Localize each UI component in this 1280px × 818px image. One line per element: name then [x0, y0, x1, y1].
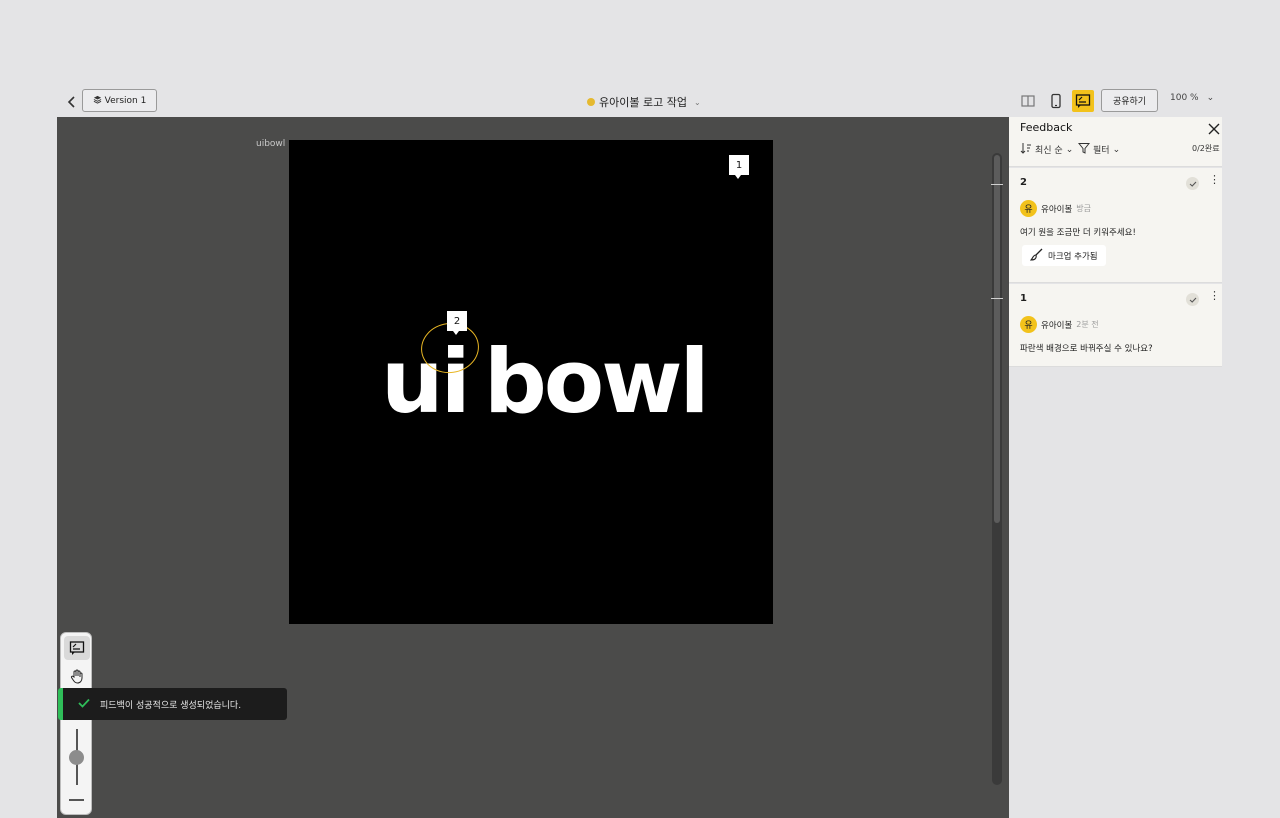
layers-icon: [93, 95, 102, 107]
status-dot: [587, 98, 595, 106]
more-options-icon[interactable]: ⋮: [1209, 290, 1220, 301]
share-button[interactable]: 공유하기: [1101, 89, 1158, 112]
done-count: 0/2완료: [1192, 144, 1220, 153]
chevron-down-icon: ⌄: [1112, 144, 1121, 155]
zoom-level: 100 %: [1170, 93, 1199, 103]
filter-icon: [1077, 142, 1091, 157]
comment-text: 파란색 배경으로 바꿔주실 수 있나요?: [1020, 344, 1153, 354]
split-view-icon[interactable]: [1017, 90, 1039, 112]
scroll-marker: [991, 184, 1003, 185]
hand-tool-icon[interactable]: [64, 664, 90, 688]
filter-label: 필터: [1093, 146, 1110, 156]
frame-label: uibowl: [256, 139, 286, 149]
chevron-down-icon: ⌄: [693, 97, 701, 107]
scroll-marker: [991, 298, 1003, 299]
comment-author: 유 유아이볼 방금: [1020, 200, 1091, 217]
comment-author: 유 유아이볼 2분 전: [1020, 316, 1099, 333]
vertical-scrollbar[interactable]: [992, 153, 1002, 785]
feedback-panel: Feedback 최신 순 ⌄ 필터 ⌄ 0/2완료 2 ⋮ 유 유아이볼 방금…: [1009, 117, 1222, 818]
resolve-check-icon[interactable]: [1186, 293, 1199, 306]
resolve-check-icon[interactable]: [1186, 177, 1199, 190]
zoom-dropdown[interactable]: 100 % ⌄: [1170, 93, 1214, 103]
close-icon[interactable]: [1208, 120, 1222, 135]
artboard[interactable]: ui bowl 1 2: [289, 140, 773, 624]
version-button[interactable]: Version 1: [82, 89, 157, 112]
author-name: 유아이볼: [1041, 320, 1073, 331]
avatar: 유: [1020, 316, 1037, 333]
sort-dropdown[interactable]: 최신 순 ⌄: [1020, 142, 1073, 157]
chevron-down-icon: ⌄: [1206, 93, 1215, 103]
project-title-dropdown[interactable]: 유아이볼 로고 작업 ⌄: [587, 93, 701, 111]
comment-text: 여기 원을 조금만 더 키워주세요!: [1020, 228, 1136, 238]
feedback-card[interactable]: 1 ⋮ 유 유아이볼 2분 전 파란색 배경으로 바꿔주실 수 있나요?: [1009, 284, 1222, 367]
comment-pin-2[interactable]: 2: [447, 311, 467, 335]
panel-title: Feedback: [1020, 121, 1073, 134]
comment-tool-icon[interactable]: [64, 636, 90, 660]
logo-bowl-text: bowl: [483, 330, 710, 433]
scrollbar-thumb[interactable]: [994, 155, 1000, 523]
feedback-panel-header: Feedback 최신 순 ⌄ 필터 ⌄ 0/2완료: [1009, 117, 1222, 167]
author-name: 유아이볼: [1041, 204, 1073, 215]
chevron-down-icon: ⌄: [1065, 144, 1074, 155]
toast-message: 피드백이 성공적으로 생성되었습니다.: [100, 700, 242, 711]
sort-label: 최신 순: [1035, 146, 1063, 156]
zoom-slider-handle[interactable]: [69, 750, 84, 765]
success-toast: 피드백이 성공적으로 생성되었습니다.: [58, 688, 287, 720]
feedback-number: 1: [1020, 293, 1027, 304]
tool-palette: [60, 632, 92, 815]
feedback-number: 2: [1020, 177, 1027, 188]
comment-time: 2분 전: [1076, 320, 1099, 329]
filter-dropdown[interactable]: 필터 ⌄: [1077, 142, 1121, 157]
markup-label: 마크업 추가됨: [1048, 251, 1098, 262]
brush-icon: [1029, 248, 1043, 264]
avatar: 유: [1020, 200, 1037, 217]
check-icon: [77, 696, 91, 713]
mobile-icon[interactable]: [1045, 90, 1067, 112]
feedback-card[interactable]: 2 ⋮ 유 유아이볼 방금 여기 원을 조금만 더 키워주세요! 마크업 추가됨: [1009, 168, 1222, 283]
sort-icon: [1020, 142, 1032, 157]
top-bar: Version 1 유아이볼 로고 작업 ⌄ 공유하기 100 % ⌄: [57, 88, 1222, 117]
markup-added-chip[interactable]: 마크업 추가됨: [1022, 245, 1106, 266]
comment-time: 방금: [1076, 204, 1092, 213]
feedback-icon[interactable]: [1072, 90, 1094, 112]
more-options-icon[interactable]: ⋮: [1209, 174, 1220, 185]
project-title: 유아이볼 로고 작업: [599, 96, 687, 109]
comment-pin-1[interactable]: 1: [729, 155, 749, 179]
zoom-out-button[interactable]: [69, 799, 84, 801]
version-label: Version 1: [104, 95, 147, 106]
back-arrow-icon[interactable]: [65, 93, 79, 111]
